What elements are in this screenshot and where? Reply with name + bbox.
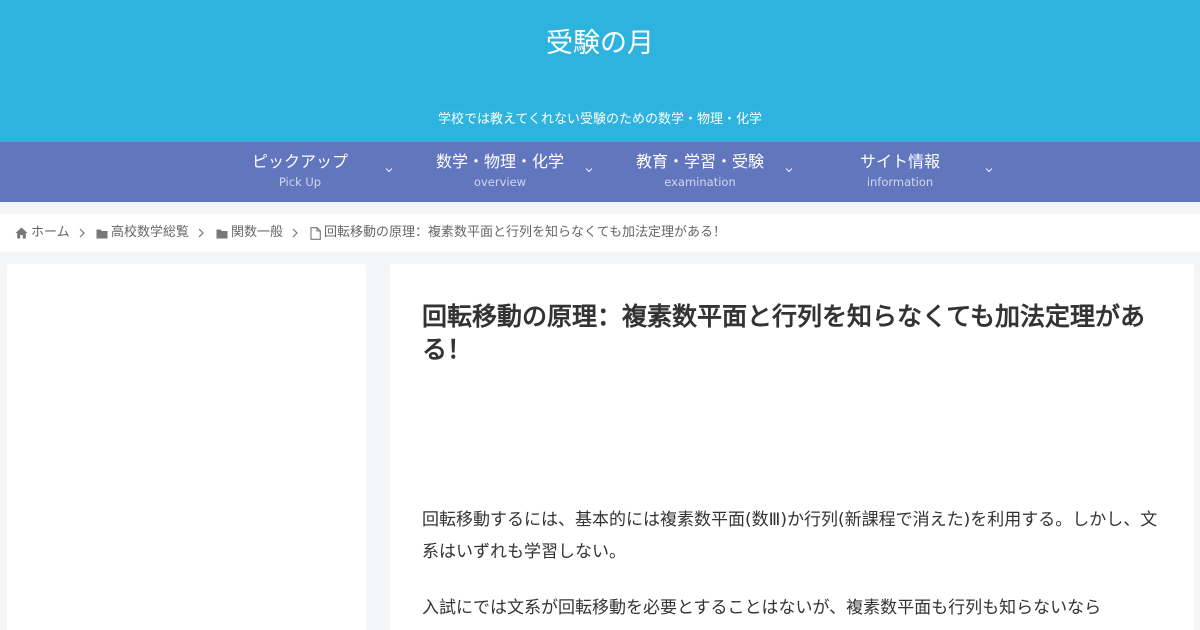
- nav-item-information[interactable]: サイト情報 information: [800, 142, 1000, 202]
- nav-item-sublabel: Pick Up: [278, 175, 322, 189]
- chevron-down-icon: [385, 168, 393, 173]
- article-paragraph: 回転移動するには、基本的には複素数平面(数Ⅲ)か行列(新課程で消えた)を利用する…: [422, 510, 1158, 562]
- article-paragraph: 入試にでは文系が回転移動を必要とすることはないが、複素数平面も行列も知らないなら: [422, 598, 1102, 618]
- chevron-right-icon: [198, 228, 204, 238]
- nav-item-overview[interactable]: 数学・物理・化学 overview: [400, 142, 600, 202]
- file-icon: [310, 226, 321, 240]
- nav-item-sublabel: examination: [664, 175, 736, 189]
- nav-item-sublabel: overview: [473, 175, 527, 189]
- nav-item-examination[interactable]: 教育・学習・受験 examination: [600, 142, 800, 202]
- nav-item-label: サイト情報: [859, 152, 940, 171]
- nav-item-label: 教育・学習・受験: [635, 152, 764, 171]
- chevron-right-icon: [79, 228, 85, 238]
- nav-item-label: 数学・物理・化学: [435, 152, 564, 171]
- chevron-down-icon: [585, 168, 593, 173]
- breadcrumb-label: 回転移動の原理：複素数平面と行列を知らなくても加法定理がある！: [324, 225, 726, 240]
- breadcrumb-label: 関数一般: [231, 225, 284, 240]
- nav-item-label: ピックアップ: [251, 152, 348, 171]
- article: 回転移動の原理：複素数平面と行列を知らなくても加法定理がある！ 回転移動するには…: [390, 264, 1194, 630]
- breadcrumb-label: ホーム: [31, 225, 70, 240]
- chevron-down-icon: [985, 168, 993, 173]
- breadcrumb-subcategory[interactable]: 関数一般: [216, 225, 283, 241]
- site-description: 学校では教えてくれない受験のための数学・物理・化学: [438, 112, 762, 127]
- nav-item-sublabel: information: [866, 175, 934, 189]
- sidebar: [7, 264, 366, 630]
- home-icon: [15, 227, 28, 239]
- folder-icon: [216, 229, 228, 238]
- breadcrumb: ホーム 高校数学総覧 関数一般 回転移動の原理：複素数平面と行列を知らなくても加…: [0, 214, 1200, 252]
- breadcrumb-home[interactable]: ホーム: [15, 225, 70, 241]
- chevron-right-icon: [292, 228, 298, 238]
- site-header: 受験の月 学校では教えてくれない受験のための数学・物理・化学: [0, 0, 1200, 142]
- breadcrumb-current: 回転移動の原理：複素数平面と行列を知らなくても加法定理がある！: [310, 225, 726, 241]
- folder-icon: [96, 229, 108, 238]
- site-title[interactable]: 受験の月: [0, 26, 1200, 62]
- breadcrumb-label: 高校数学総覧: [111, 225, 190, 240]
- breadcrumb-category[interactable]: 高校数学総覧: [96, 225, 189, 241]
- nav-item-pickup[interactable]: ピックアップ Pick Up: [200, 142, 400, 202]
- chevron-down-icon: [785, 168, 793, 173]
- article-title: 回転移動の原理：複素数平面と行列を知らなくても加法定理がある！: [422, 302, 1146, 364]
- global-nav: ピックアップ Pick Up 数学・物理・化学 overview 教育・学習・受…: [0, 142, 1200, 202]
